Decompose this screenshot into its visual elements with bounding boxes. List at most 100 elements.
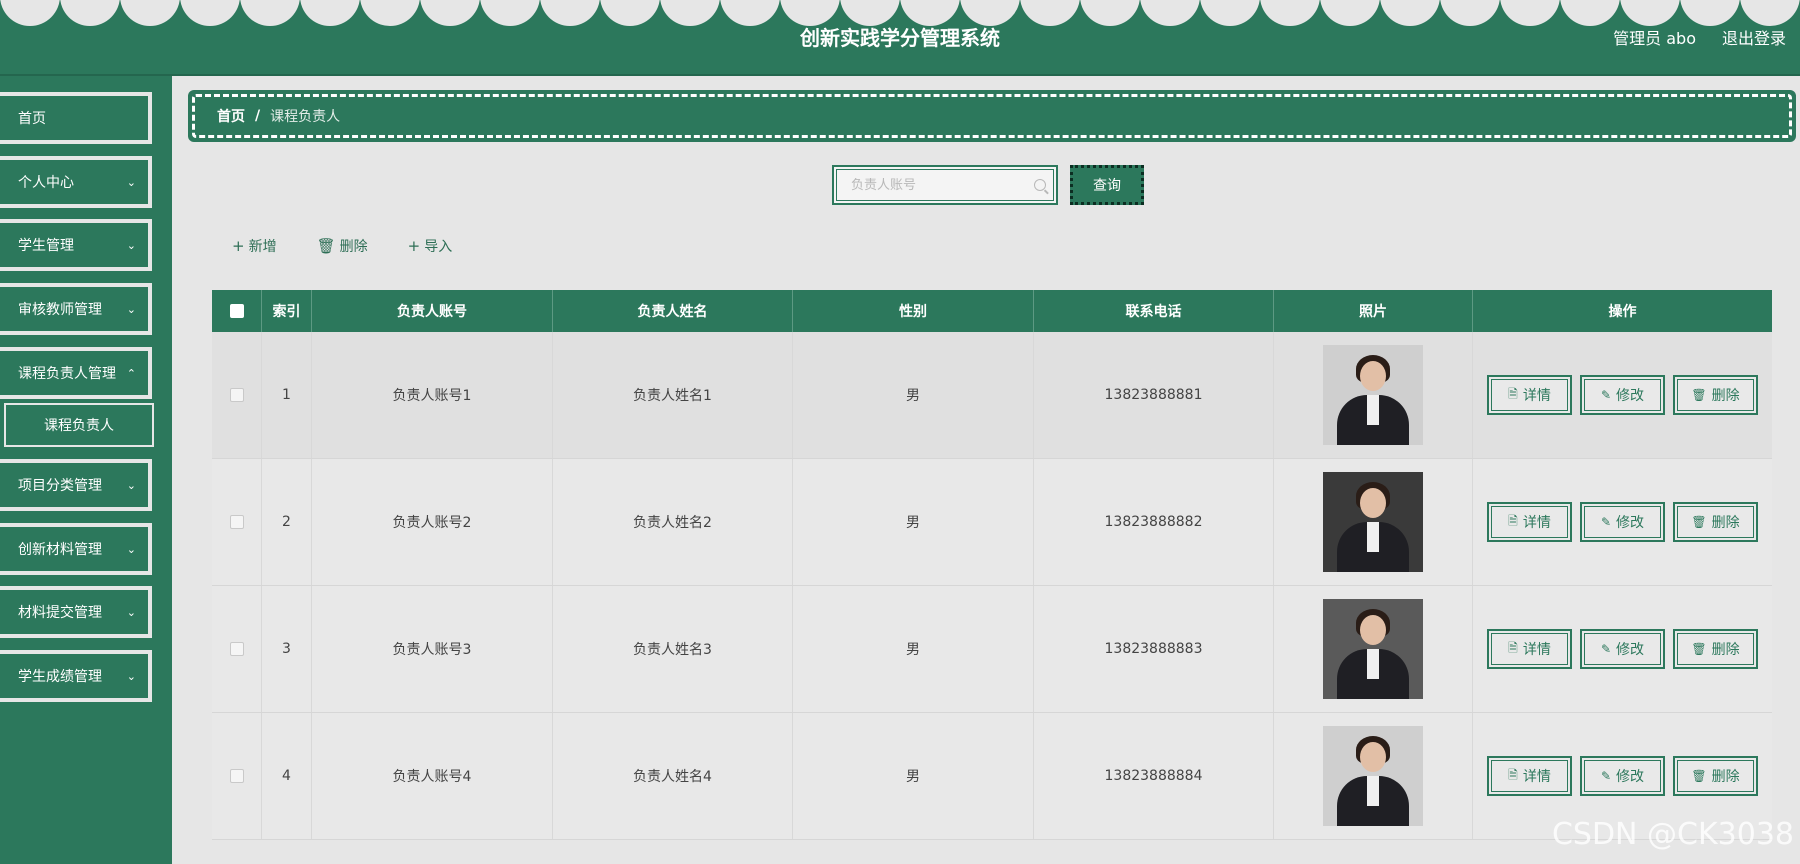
sidebar-item-innovation-material-management[interactable]: 创新材料管理 ⌄ — [0, 523, 152, 575]
sidebar-item-label: 项目分类管理 — [18, 478, 102, 494]
detail-button[interactable]: 🗎 详情 — [1487, 375, 1572, 415]
delete-button[interactable]: 🗑 删除 — [1673, 502, 1758, 542]
row-checkbox[interactable] — [229, 388, 244, 402]
delete-label: 删除 — [339, 239, 368, 255]
sidebar-item-personal-center[interactable]: 个人中心 ⌄ — [0, 156, 152, 208]
import-label: 导入 — [424, 239, 453, 255]
search-input[interactable] — [851, 177, 1031, 193]
leader-photo[interactable] — [1323, 726, 1423, 826]
table-row: 3 负责人账号3 负责人姓名3 男 13823888883 🗎 详情 ✎ 修改 🗑 删… — [212, 586, 1772, 713]
course-leader-table: 索引 负责人账号 负责人姓名 性别 联系电话 照片 操作 1 负责人账号1 负责… — [212, 290, 1772, 840]
edit-label: 修改 — [1616, 769, 1645, 785]
sidebar-item-teacher-review-management[interactable]: 审核教师管理 ⌄ — [0, 283, 152, 335]
edit-label: 修改 — [1616, 388, 1645, 404]
edit-button[interactable]: ✎ 修改 — [1580, 375, 1665, 415]
leader-photo[interactable] — [1323, 345, 1423, 445]
row-account: 负责人账号3 — [312, 586, 553, 712]
row-account: 负责人账号4 — [312, 713, 553, 839]
edit-button[interactable]: ✎ 修改 — [1580, 629, 1665, 669]
logout-link[interactable]: 退出登录 — [1722, 25, 1786, 49]
row-checkbox[interactable] — [229, 515, 244, 529]
select-all-checkbox[interactable] — [229, 304, 244, 318]
chevron-down-icon: ⌄ — [126, 670, 136, 683]
leader-photo[interactable] — [1323, 599, 1423, 699]
breadcrumb-current: 课程负责人 — [270, 109, 341, 125]
sidebar-item-student-management[interactable]: 学生管理 ⌄ — [0, 219, 152, 271]
row-index: 1 — [262, 332, 312, 458]
search-field — [832, 165, 1058, 205]
delete-button[interactable]: 🗑 删除 — [1673, 756, 1758, 796]
watermark: CSDN @CK3038 — [1551, 817, 1794, 852]
column-header-account: 负责人账号 — [312, 290, 553, 332]
pencil-icon: ✎ — [1600, 769, 1612, 783]
sidebar-item-label: 创新材料管理 — [18, 542, 102, 558]
row-phone: 13823888882 — [1034, 459, 1274, 585]
trash-icon: 🗑 — [1691, 642, 1707, 656]
leader-photo[interactable] — [1323, 472, 1423, 572]
edit-button[interactable]: ✎ 修改 — [1580, 756, 1665, 796]
document-icon: 🗎 — [1508, 386, 1518, 401]
column-header-phone: 联系电话 — [1034, 290, 1274, 332]
search-field-inner — [836, 169, 1054, 201]
delete-button[interactable]: 🗑 删除 — [1673, 375, 1758, 415]
row-photo-cell — [1274, 459, 1473, 585]
select-all-cell — [212, 290, 262, 332]
sidebar-item-project-category-management[interactable]: 项目分类管理 ⌄ — [0, 459, 152, 511]
batch-delete-button[interactable]: 🗑 删除 — [317, 236, 368, 256]
main-content: 首页 / 课程负责人 查询 +新增 🗑删除 +导入 索引 负责人账号 负责人姓名… — [172, 76, 1800, 864]
column-header-gender: 性别 — [793, 290, 1034, 332]
row-index: 4 — [262, 713, 312, 839]
chevron-down-icon: ⌄ — [126, 303, 136, 316]
sidebar-item-label: 学生管理 — [18, 238, 74, 254]
row-phone: 13823888881 — [1034, 332, 1274, 458]
chevron-down-icon: ⌄ — [126, 239, 136, 252]
detail-button[interactable]: 🗎 详情 — [1487, 629, 1572, 669]
trash-icon: 🗑 — [1691, 769, 1707, 783]
row-name: 负责人姓名4 — [553, 713, 793, 839]
app-title: 创新实践学分管理系统 — [800, 26, 1000, 50]
row-checkbox[interactable] — [229, 769, 244, 783]
sidebar-item-course-leader-management[interactable]: 课程负责人管理 ⌃ — [0, 347, 152, 399]
detail-label: 详情 — [1522, 642, 1551, 658]
chevron-up-icon: ⌃ — [126, 367, 136, 380]
sidebar-item-material-submission-management[interactable]: 材料提交管理 ⌄ — [0, 586, 152, 638]
search-icon[interactable] — [1034, 179, 1046, 191]
edit-label: 修改 — [1616, 515, 1645, 531]
column-header-index: 索引 — [262, 290, 312, 332]
row-checkbox[interactable] — [229, 642, 244, 656]
row-photo-cell — [1274, 713, 1473, 839]
import-button[interactable]: + 导入 — [408, 236, 453, 256]
trash-icon: 🗑 — [316, 237, 336, 255]
plus-icon: + — [232, 237, 245, 255]
top-header: 创新实践学分管理系统 管理员 abo 退出登录 — [0, 0, 1800, 76]
plus-icon: + — [407, 237, 421, 255]
row-actions: 🗎 详情 ✎ 修改 🗑 删除 — [1473, 332, 1772, 458]
row-phone: 13823888883 — [1034, 586, 1274, 712]
breadcrumb-home[interactable]: 首页 — [217, 106, 245, 126]
row-actions: 🗎 详情 ✎ 修改 🗑 删除 — [1473, 586, 1772, 712]
row-select-cell — [212, 713, 262, 839]
sidebar-subitem-course-leader[interactable]: 课程负责人 — [4, 403, 154, 447]
column-header-actions: 操作 — [1608, 304, 1637, 320]
query-button[interactable]: 查询 — [1070, 165, 1144, 205]
add-button[interactable]: + 新增 — [232, 236, 277, 256]
chevron-down-icon: ⌄ — [126, 176, 136, 189]
detail-button[interactable]: 🗎 详情 — [1487, 756, 1572, 796]
sidebar-item-student-grade-management[interactable]: 学生成绩管理 ⌄ — [0, 650, 152, 702]
row-gender: 男 — [793, 459, 1034, 585]
breadcrumb: 首页 / 课程负责人 — [188, 90, 1796, 142]
add-label: 新增 — [248, 239, 277, 255]
delete-button[interactable]: 🗑 删除 — [1673, 629, 1758, 669]
row-gender: 男 — [793, 713, 1034, 839]
document-icon: 🗎 — [1508, 640, 1518, 655]
document-icon: 🗎 — [1508, 513, 1518, 528]
edit-button[interactable]: ✎ 修改 — [1580, 502, 1665, 542]
row-photo-cell — [1274, 586, 1473, 712]
current-user: 管理员 abo — [1613, 29, 1696, 48]
detail-button[interactable]: 🗎 详情 — [1487, 502, 1572, 542]
sidebar-item-home[interactable]: 首页 — [0, 92, 152, 144]
row-name: 负责人姓名1 — [553, 332, 793, 458]
row-name: 负责人姓名2 — [553, 459, 793, 585]
row-account: 负责人账号1 — [312, 332, 553, 458]
table-header: 索引 负责人账号 负责人姓名 性别 联系电话 照片 操作 — [212, 290, 1772, 332]
